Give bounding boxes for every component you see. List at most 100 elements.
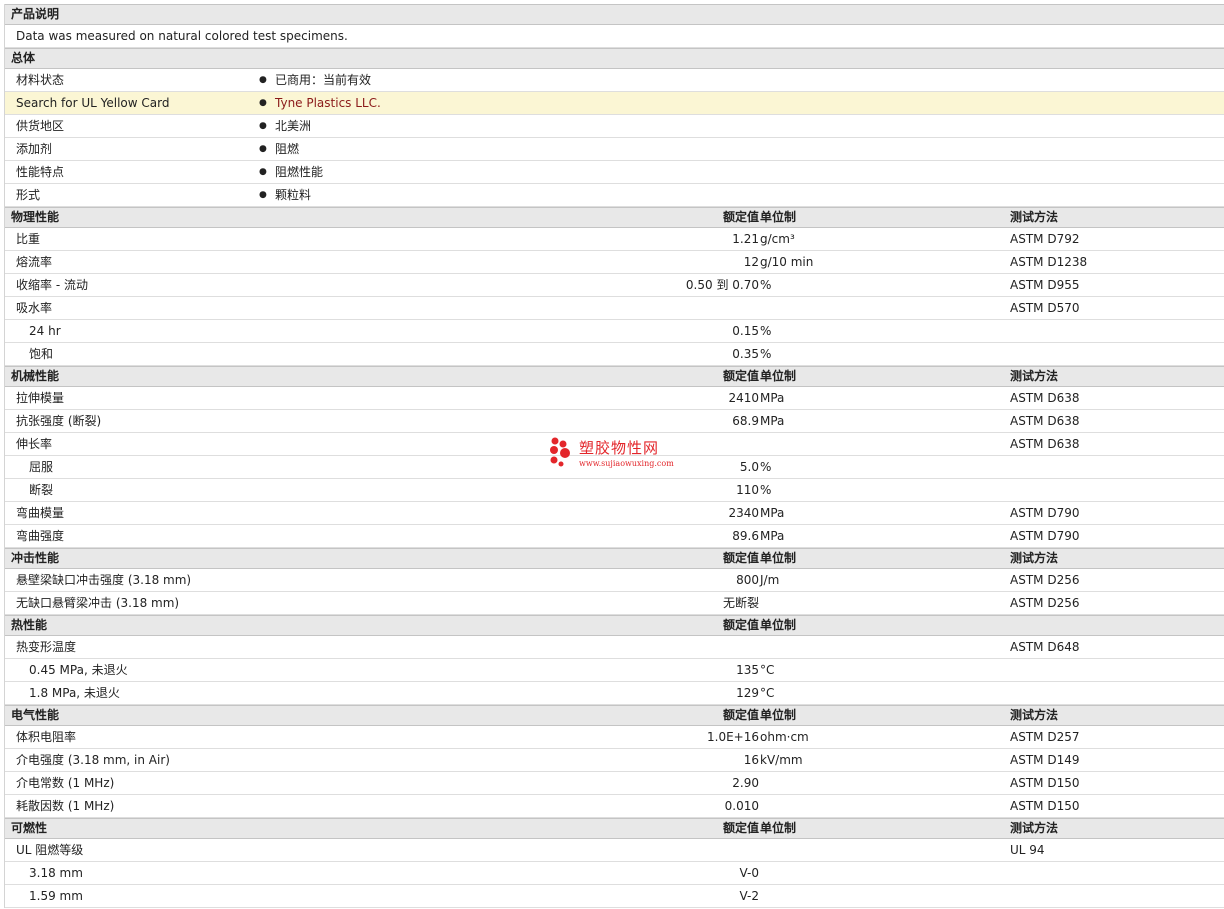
general-value: 阻燃	[275, 142, 300, 156]
property-name: 悬壁梁缺口冲击强度 (3.18 mm)	[16, 573, 192, 587]
column-label-value: 额定值	[722, 821, 759, 835]
property-method: ASTM D150	[1010, 799, 1080, 813]
column-label-unit: 单位制	[760, 708, 797, 722]
general-row-status: 材料状态 ● 已商用：当前有效	[5, 69, 1224, 92]
property-method: ASTM D257	[1010, 730, 1080, 744]
property-method: ASTM D256	[1010, 596, 1080, 610]
property-method: ASTM D256	[1010, 573, 1080, 587]
property-subrow: 饱和 0.35 %	[5, 343, 1224, 366]
property-name: 吸水率	[16, 301, 53, 315]
column-label-unit: 单位制	[760, 369, 797, 383]
property-name: 0.45 MPa, 未退火	[29, 663, 128, 677]
property-method: ASTM D570	[1010, 301, 1080, 315]
property-row: 介电常数 (1 MHz) 2.90 ASTM D150	[5, 772, 1224, 795]
section-title: 电气性能	[11, 708, 60, 722]
property-name: 弯曲模量	[16, 506, 65, 520]
section-header-mechanical: 机械性能 额定值 单位制 测试方法	[5, 366, 1224, 387]
property-method: ASTM D638	[1010, 437, 1080, 451]
general-row-region: 供货地区 ● 北美洲	[5, 115, 1224, 138]
property-name: 耗散因数 (1 MHz)	[16, 799, 115, 813]
column-label-unit: 单位制	[760, 210, 797, 224]
property-name: 24 hr	[29, 324, 61, 338]
column-label-value: 额定值	[722, 618, 759, 632]
property-row: 热变形温度 ASTM D648	[5, 636, 1224, 659]
watermark-url: www.sujiaowuxing.com	[579, 459, 674, 468]
property-method: ASTM D638	[1010, 414, 1080, 428]
property-unit: MPa	[760, 391, 785, 405]
property-value: 0.50 到 0.70	[685, 278, 759, 292]
column-label-method: 测试方法	[1010, 210, 1059, 224]
property-method: ASTM D648	[1010, 640, 1080, 654]
property-name: UL 阻燃等级	[16, 843, 84, 857]
description-text: Data was measured on natural colored tes…	[16, 29, 348, 43]
general-row-additive: 添加剂 ● 阻燃	[5, 138, 1224, 161]
section-header-description: 产品说明	[5, 4, 1224, 25]
general-row-ul-yellow-card[interactable]: Search for UL Yellow Card ● Tyne Plastic…	[5, 92, 1224, 115]
property-method: ASTM D1238	[1010, 255, 1088, 269]
general-value: 阻燃性能	[275, 165, 324, 179]
property-value: 110	[736, 483, 759, 497]
property-name: 1.59 mm	[29, 889, 83, 903]
property-name: 热变形温度	[16, 640, 77, 654]
property-value: 0.15	[732, 324, 759, 338]
property-value: 800	[736, 573, 759, 587]
property-subrow: 0.45 MPa, 未退火 135 °C	[5, 659, 1224, 682]
property-name: 比重	[16, 232, 41, 246]
property-value: 89.6	[732, 529, 759, 543]
property-unit: %	[760, 278, 772, 292]
column-label-value: 额定值	[722, 551, 759, 565]
general-row-features: 性能特点 ● 阻燃性能	[5, 161, 1224, 184]
watermark: 塑胶物性网 www.sujiaowuxing.com	[548, 437, 688, 473]
property-row: 耗散因数 (1 MHz) 0.010 ASTM D150	[5, 795, 1224, 818]
property-name: 3.18 mm	[29, 866, 83, 880]
section-header-thermal: 热性能 额定值 单位制	[5, 615, 1224, 636]
property-unit: °C	[760, 663, 775, 677]
property-unit: %	[760, 347, 772, 361]
column-label-unit: 单位制	[760, 618, 797, 632]
section-title: 热性能	[11, 618, 48, 632]
property-value: V-0	[739, 866, 759, 880]
column-label-value: 额定值	[722, 369, 759, 383]
property-value: 无断裂	[722, 596, 759, 610]
ul-yellow-card-link[interactable]: Search for UL Yellow Card	[16, 92, 169, 114]
general-label: 供货地区	[16, 119, 65, 133]
property-method: UL 94	[1010, 843, 1045, 857]
property-unit: %	[760, 483, 772, 497]
property-unit: J/m	[760, 573, 780, 587]
property-row: UL 阻燃等级 UL 94	[5, 839, 1224, 862]
property-unit: MPa	[760, 529, 785, 543]
bullet-icon: ●	[259, 144, 267, 154]
column-label-method: 测试方法	[1010, 708, 1059, 722]
property-method: ASTM D955	[1010, 278, 1080, 292]
bullet-icon: ●	[259, 167, 267, 177]
property-name: 抗张强度 (断裂)	[16, 414, 102, 428]
section-header-physical: 物理性能 额定值 单位制 测试方法	[5, 207, 1224, 228]
property-value: 2410	[728, 391, 759, 405]
bullet-icon: ●	[259, 98, 267, 108]
section-header-electrical: 电气性能 额定值 单位制 测试方法	[5, 705, 1224, 726]
property-name: 收缩率 - 流动	[16, 278, 88, 292]
property-subrow: 3.18 mm V-0	[5, 862, 1224, 885]
property-value: 0.35	[732, 347, 759, 361]
property-unit: kV/mm	[760, 753, 803, 767]
description-row: Data was measured on natural colored tes…	[5, 25, 1224, 48]
property-row: 弯曲强度 89.6 MPa ASTM D790	[5, 525, 1224, 548]
column-label-method: 测试方法	[1010, 551, 1059, 565]
column-label-value: 额定值	[722, 708, 759, 722]
watermark-title: 塑胶物性网	[579, 439, 660, 457]
property-method: ASTM D790	[1010, 529, 1080, 543]
property-name: 无缺口悬臂梁冲击 (3.18 mm)	[16, 596, 180, 610]
property-row: 弯曲模量 2340 MPa ASTM D790	[5, 502, 1224, 525]
supplier-link[interactable]: Tyne Plastics LLC.	[275, 92, 381, 114]
property-value: 2340	[728, 506, 759, 520]
property-row: 介电强度 (3.18 mm, in Air) 16 kV/mm ASTM D14…	[5, 749, 1224, 772]
column-label-value: 额定值	[722, 210, 759, 224]
property-name: 弯曲强度	[16, 529, 65, 543]
bullet-icon: ●	[259, 75, 267, 85]
property-unit: ohm·cm	[760, 730, 809, 744]
property-row: 体积电阻率 1.0E+16 ohm·cm ASTM D257	[5, 726, 1224, 749]
property-unit: MPa	[760, 414, 785, 428]
section-header-impact: 冲击性能 额定值 单位制 测试方法	[5, 548, 1224, 569]
section-title: 冲击性能	[11, 551, 60, 565]
property-name: 拉伸模量	[16, 391, 65, 405]
